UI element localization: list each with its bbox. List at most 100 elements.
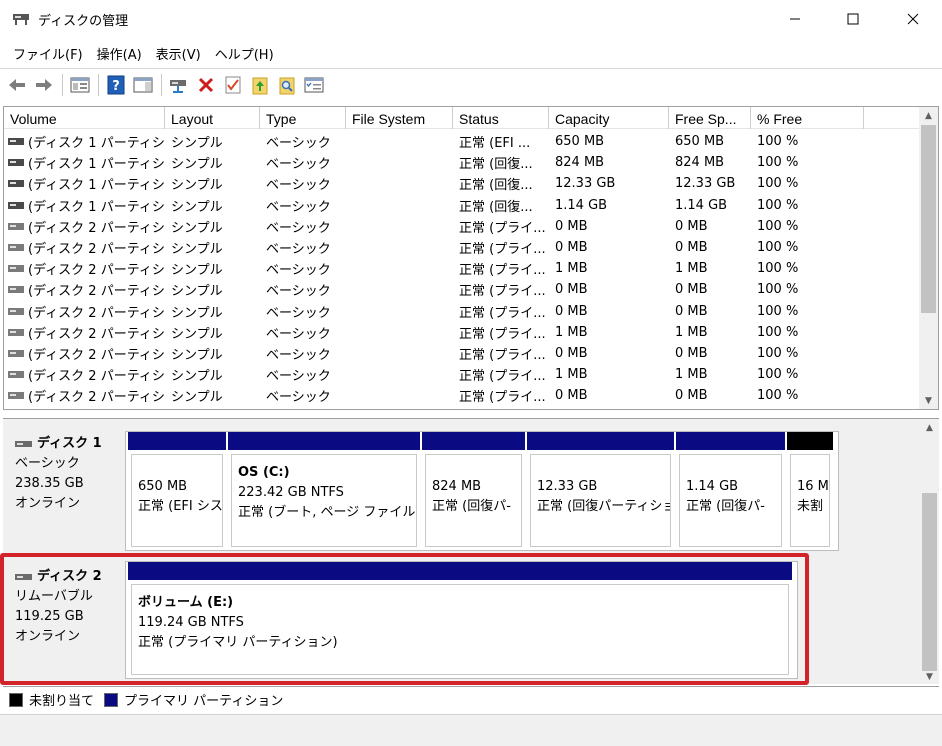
volume-row[interactable]: (ディスク 2 パーティショ... シンプル ベーシック 正常 (プライ... 0 MB… — [4, 385, 919, 406]
cell-volume: (ディスク 2 パーティショ... — [4, 365, 165, 384]
column-header-layout[interactable]: Layout — [165, 107, 260, 129]
scrollbar-thumb[interactable] — [922, 493, 937, 671]
partition-os-c[interactable]: OS (C:) 223.42 GB NTFS 正常 (ブート, ページ ファイル… — [228, 432, 422, 550]
volume-drive-icon — [8, 159, 24, 167]
menu-help[interactable]: ヘルプ(H) — [208, 44, 281, 63]
disk-1-name: ディスク 1 — [37, 436, 102, 451]
volume-row[interactable]: (ディスク 2 パーティショ... シンプル ベーシック 正常 (プライ... 0 MB… — [4, 237, 919, 258]
maximize-button[interactable] — [824, 0, 882, 38]
cell-layout: シンプル — [171, 220, 223, 236]
volume-row[interactable]: (ディスク 1 パーティショ... シンプル ベーシック 正常 (EFI ... 650… — [4, 131, 919, 152]
volume-row[interactable]: (ディスク 2 パーティショ... シンプル ベーシック 正常 (プライ... 1 MB… — [4, 322, 919, 343]
cell-free-space: 1 MB — [675, 367, 708, 383]
connect-drive-button[interactable] — [168, 74, 190, 96]
folder-search-button[interactable] — [276, 74, 298, 96]
volume-list: Volume Layout Type File System Status Ca… — [3, 106, 939, 410]
partition-unallocated[interactable]: 16 M 未割 — [787, 432, 835, 550]
disk-management-app-icon — [13, 14, 29, 25]
checklist-icon — [225, 76, 241, 93]
column-header-status[interactable]: Status — [453, 107, 549, 129]
cell-status: 正常 (プライ... — [459, 326, 546, 342]
disk-1-info[interactable]: ディスク 1 ベーシック 238.35 GB オンライン — [9, 434, 127, 514]
cell-percent-free: 100 % — [757, 345, 799, 361]
volume-row[interactable]: (ディスク 2 パーティショ... シンプル ベーシック 正常 (プライ... 0 MB… — [4, 301, 919, 322]
volume-drive-icon — [8, 138, 24, 146]
graphical-pane-scrollbar[interactable]: ▲ ▼ — [920, 419, 939, 684]
delete-icon — [198, 77, 214, 92]
volume-name: (ディスク 1 パーティショ... — [28, 199, 165, 215]
volume-drive-icon — [8, 392, 24, 400]
menu-file[interactable]: ファイル(F) — [6, 44, 90, 63]
volume-row[interactable]: (ディスク 1 パーティショ... シンプル ベーシック 正常 (回復... 12.33… — [4, 173, 919, 194]
cell-layout: シンプル — [171, 242, 223, 258]
partition-recovery-1[interactable]: 824 MB 正常 (回復パ- — [422, 432, 527, 550]
partition-efi[interactable]: 650 MB 正常 (EFI シス — [128, 432, 228, 550]
volume-name: (ディスク 2 パーティショ... — [28, 220, 165, 236]
volume-row[interactable]: (ディスク 2 パーティショ... シンプル ベーシック 正常 (プライ... 0 MB… — [4, 216, 919, 237]
close-button[interactable] — [884, 0, 942, 38]
menu-action[interactable]: 操作(A) — [90, 44, 149, 63]
cell-type: ベーシック — [266, 263, 331, 279]
column-header-type[interactable]: Type — [260, 107, 346, 129]
cell-layout: シンプル — [171, 326, 223, 342]
disk-drive-icon — [15, 441, 32, 447]
help-button[interactable]: ? — [105, 74, 127, 96]
partition-recovery-3[interactable]: 1.14 GB 正常 (回復パ- — [676, 432, 787, 550]
delete-button[interactable] — [195, 74, 217, 96]
partition-bar — [527, 432, 676, 450]
cell-percent-free: 100 % — [757, 240, 799, 256]
volume-row[interactable]: (ディスク 2 パーティショ... シンプル ベーシック 正常 (プライ... 1 MB… — [4, 364, 919, 385]
cell-status: 正常 (回復... — [459, 157, 533, 173]
cell-percent-free: 100 % — [757, 324, 799, 340]
disk-list-button[interactable] — [69, 74, 91, 96]
volume-name: (ディスク 2 パーティショ... — [28, 390, 165, 406]
cell-status: 正常 (プライ... — [459, 263, 546, 279]
volume-list-scrollbar[interactable]: ▲ ▼ — [919, 107, 938, 409]
cell-percent-free: 100 % — [757, 367, 799, 383]
scroll-down-arrow-icon[interactable]: ▼ — [920, 668, 939, 684]
volume-row[interactable]: (ディスク 1 パーティショ... シンプル ベーシック 正常 (回復... 824 M… — [4, 152, 919, 173]
cell-capacity: 0 MB — [555, 388, 588, 404]
settings-list-button[interactable] — [303, 74, 325, 96]
partition-status: 正常 (ブート, ページ ファイル, ク — [238, 505, 417, 520]
partition-status: 正常 (回復パ- — [432, 499, 511, 514]
graphical-scroll-track: ▲ ▼ — [920, 419, 939, 684]
cell-capacity: 0 MB — [555, 218, 588, 234]
settings-list-icon — [304, 77, 324, 92]
volume-row[interactable]: (ディスク 2 パーティショ... シンプル ベーシック 正常 (プライ... 0 MB… — [4, 343, 919, 364]
partition-bar — [228, 432, 422, 450]
minimize-button[interactable] — [766, 0, 824, 38]
cell-capacity: 1 MB — [555, 367, 588, 383]
volume-row[interactable]: (ディスク 2 パーティショ... シンプル ベーシック 正常 (プライ... 0 MB… — [4, 279, 919, 300]
partition-name: OS (C:) — [238, 465, 290, 480]
partition-size: 824 MB — [432, 479, 482, 494]
menu-view[interactable]: 表示(V) — [149, 44, 208, 63]
column-header-free-space[interactable]: Free Sp... — [669, 107, 751, 129]
cell-type: ベーシック — [266, 157, 331, 173]
properties-panel-button[interactable] — [132, 74, 154, 96]
volume-drive-icon — [8, 307, 24, 315]
column-header-volume[interactable]: Volume — [4, 107, 165, 129]
partition-status: 未割 — [797, 499, 824, 514]
volume-name: (ディスク 2 パーティショ... — [28, 284, 165, 300]
partition-recovery-2[interactable]: 12.33 GB 正常 (回復パーティショ — [527, 432, 676, 550]
cell-layout: シンプル — [171, 157, 223, 173]
scroll-down-arrow-icon[interactable]: ▼ — [919, 392, 938, 409]
cell-layout: シンプル — [171, 263, 223, 279]
column-header-percent-free[interactable]: % Free — [751, 107, 864, 129]
volume-row[interactable]: (ディスク 2 パーティショ... シンプル ベーシック 正常 (プライ... 1 MB… — [4, 258, 919, 279]
back-button[interactable] — [6, 74, 28, 96]
volume-row[interactable]: (ディスク 1 パーティショ... シンプル ベーシック 正常 (回復... 1.14 … — [4, 195, 919, 216]
volume-drive-icon — [8, 201, 24, 209]
scrollbar-thumb[interactable] — [921, 125, 936, 313]
scroll-up-arrow-icon[interactable]: ▲ — [919, 107, 938, 124]
folder-up-button[interactable] — [249, 74, 271, 96]
column-header-capacity[interactable]: Capacity — [549, 107, 669, 129]
scroll-up-arrow-icon[interactable]: ▲ — [920, 419, 939, 436]
checklist-button[interactable] — [222, 74, 244, 96]
cell-layout: シンプル — [171, 347, 223, 363]
forward-button[interactable] — [33, 74, 55, 96]
cell-percent-free: 100 % — [757, 261, 799, 277]
toolbar-separator — [98, 73, 99, 96]
column-header-file-system[interactable]: File System — [346, 107, 453, 129]
